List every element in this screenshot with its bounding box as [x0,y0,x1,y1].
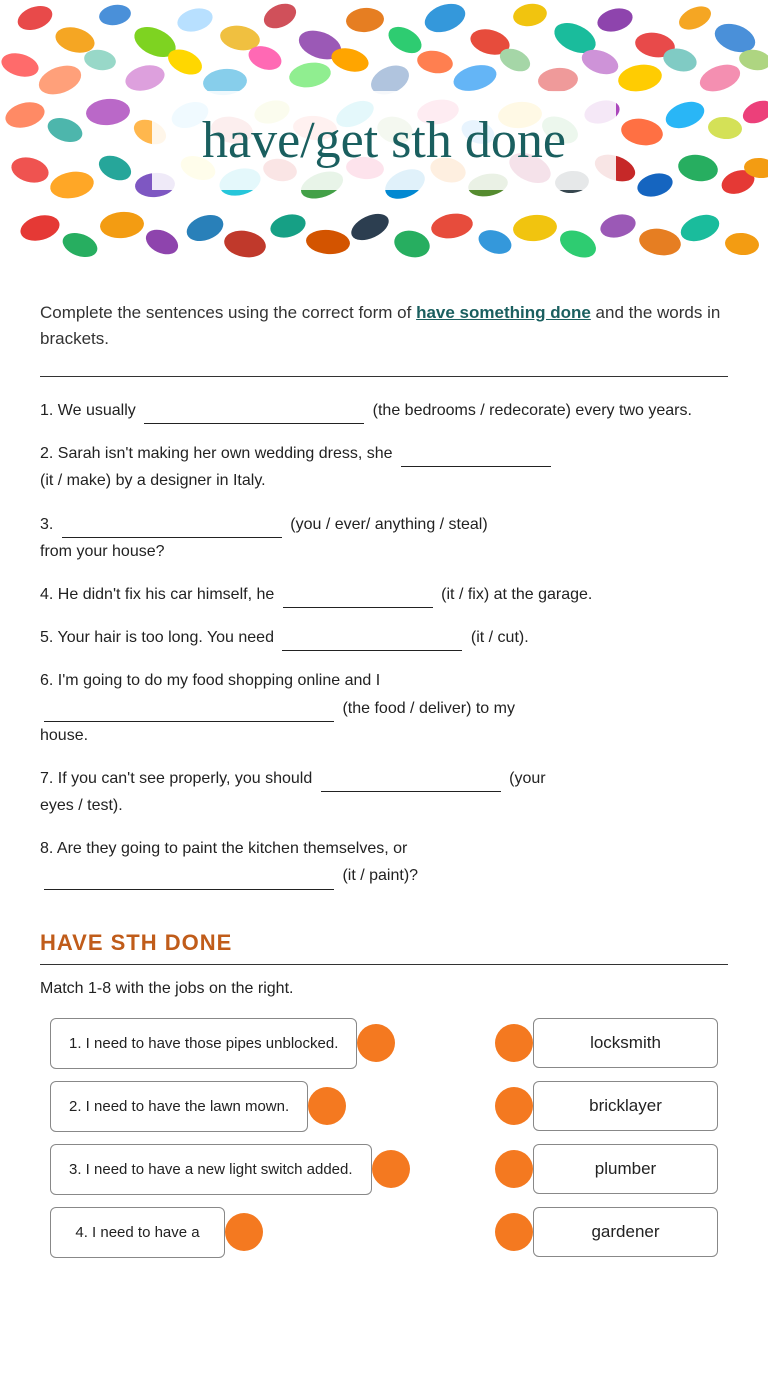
s3-number: 3. [40,516,58,533]
s3-blank[interactable] [62,518,282,538]
s8-blank[interactable] [44,870,334,890]
match-left-4: 4. I need to have a [50,1207,263,1258]
s7-blank[interactable] [321,772,501,792]
match-right-box-3: plumber [533,1144,718,1194]
sentence-2: 2. Sarah isn't making her own wedding dr… [40,440,728,494]
match-left-label-1: 1. I need to have those pipes unblocked. [69,1035,338,1052]
s1-after: (the bedrooms / redecorate) every two ye… [373,402,692,419]
s6-blank[interactable] [44,702,334,722]
s2-after: (it / make) by a designer in Italy. [40,472,266,489]
right-connector-dot-1[interactable] [495,1024,533,1062]
match-left-box-1: 1. I need to have those pipes unblocked. [50,1018,357,1069]
section-divider-2 [40,964,728,965]
s5-before: 5. Your hair is too long. You need [40,629,278,646]
match-right-box-2: bricklayer [533,1081,718,1131]
instruction-bold: have something done [416,303,591,322]
match-right-4: gardener [495,1207,718,1257]
right-connector-dot-3[interactable] [495,1150,533,1188]
s6-after2: house. [40,727,88,744]
match-right-2: bricklayer [495,1081,718,1131]
match-right-label-2: bricklayer [589,1096,662,1115]
match-row-2: 2. I need to have the lawn mown. brickla… [50,1081,718,1132]
match-row-4: 4. I need to have a gardener [50,1207,718,1258]
main-content: Complete the sentences using the correct… [0,280,768,1298]
sentence-6: 6. I'm going to do my food shopping onli… [40,667,728,749]
s6-before: 6. I'm going to do my food shopping onli… [40,672,380,689]
s7-after: (your [509,770,545,787]
match-right-label-1: locksmith [590,1033,661,1052]
s4-after: (it / fix) at the garage. [441,586,592,603]
match-left-box-4: 4. I need to have a [50,1207,225,1258]
s1-blank[interactable] [144,404,364,424]
left-connector-dot-1[interactable] [357,1024,395,1062]
right-connector-dot-2[interactable] [495,1087,533,1125]
match-container: 1. I need to have those pipes unblocked.… [40,1018,728,1258]
sentences-section: 1. We usually (the bedrooms / redecorate… [40,397,728,890]
s6-after: (the food / deliver) to my [342,700,515,717]
page-title: have/get sth done [202,111,566,170]
header-banner: have/get sth done [0,0,768,280]
s5-blank[interactable] [282,631,462,651]
match-left-label-3: 3. I need to have a new light switch add… [69,1161,353,1178]
match-left-2: 2. I need to have the lawn mown. [50,1081,346,1132]
sentence-5: 5. Your hair is too long. You need (it /… [40,624,728,651]
s7-after2: eyes / test). [40,797,123,814]
s4-before: 4. He didn't fix his car himself, he [40,586,279,603]
match-instruction: Match 1-8 with the jobs on the right. [40,980,728,998]
s7-before: 7. If you can't see properly, you should [40,770,317,787]
instruction-before: Complete the sentences using the correct… [40,303,416,322]
right-connector-dot-4[interactable] [495,1213,533,1251]
s4-blank[interactable] [283,588,433,608]
instruction-text: Complete the sentences using the correct… [40,300,728,351]
sentence-1: 1. We usually (the bedrooms / redecorate… [40,397,728,424]
have-sth-done-section: HAVE STH DONE Match 1-8 with the jobs on… [40,930,728,1258]
match-right-3: plumber [495,1144,718,1194]
match-left-1: 1. I need to have those pipes unblocked. [50,1018,395,1069]
sentence-4: 4. He didn't fix his car himself, he (it… [40,581,728,608]
s5-after: (it / cut). [471,629,529,646]
s3-after2: from your house? [40,543,165,560]
sentence-8: 8. Are they going to paint the kitchen t… [40,835,728,889]
match-left-3: 3. I need to have a new light switch add… [50,1144,410,1195]
match-right-label-4: gardener [591,1222,659,1241]
match-left-box-2: 2. I need to have the lawn mown. [50,1081,308,1132]
s8-before: 8. Are they going to paint the kitchen t… [40,840,407,857]
match-left-box-3: 3. I need to have a new light switch add… [50,1144,372,1195]
header-title-box: have/get sth done [152,91,616,190]
match-right-1: locksmith [495,1018,718,1068]
match-left-label-4: 4. I need to have a [75,1224,199,1241]
match-right-box-1: locksmith [533,1018,718,1068]
s3-after: (you / ever/ anything / steal) [290,516,487,533]
match-left-label-2: 2. I need to have the lawn mown. [69,1098,289,1115]
sentence-3: 3. (you / ever/ anything / steal) from y… [40,511,728,565]
left-connector-dot-4[interactable] [225,1213,263,1251]
section-divider-top [40,376,728,377]
s2-before: 2. Sarah isn't making her own wedding dr… [40,445,397,462]
match-right-label-3: plumber [595,1159,656,1178]
sentence-7: 7. If you can't see properly, you should… [40,765,728,819]
match-row-3: 3. I need to have a new light switch add… [50,1144,718,1195]
s2-blank[interactable] [401,447,551,467]
s8-after: (it / paint)? [342,867,418,884]
match-row-1: 1. I need to have those pipes unblocked.… [50,1018,718,1069]
match-right-box-4: gardener [533,1207,718,1257]
s1-number: 1. We usually [40,402,140,419]
left-connector-dot-2[interactable] [308,1087,346,1125]
left-connector-dot-3[interactable] [372,1150,410,1188]
section-heading: HAVE STH DONE [40,930,728,956]
